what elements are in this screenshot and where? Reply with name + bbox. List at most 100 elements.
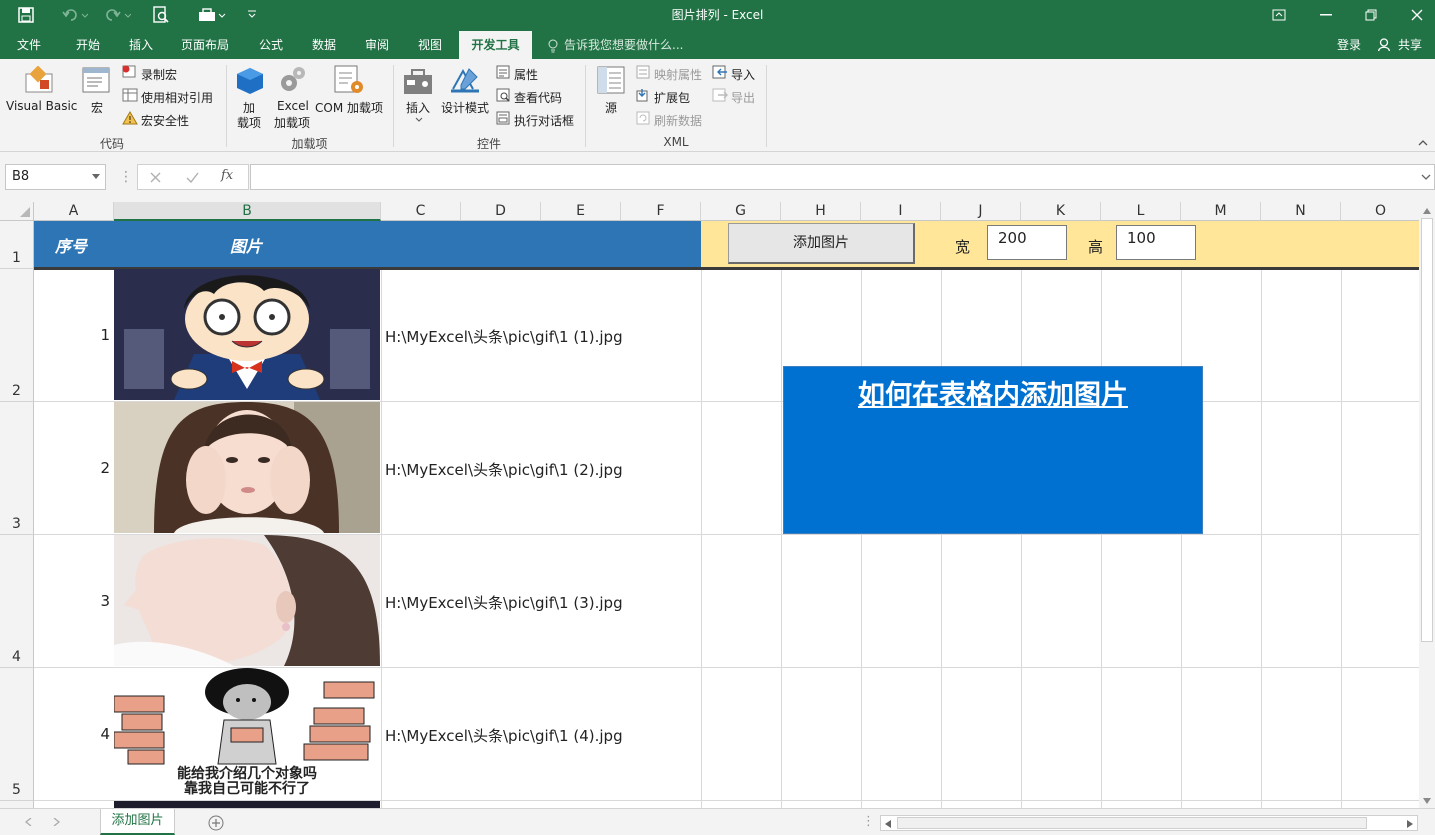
tell-me-search[interactable]: 告诉我您想要做什么... [564,31,683,59]
name-box[interactable]: B8 [5,164,106,190]
width-label: 宽 [955,238,971,256]
tab-developer[interactable]: 开发工具 [459,31,532,59]
ribbon-tabs: 文件 开始 插入 页面布局 公式 数据 审阅 视图 开发工具 告诉我您想要做什么… [0,31,1435,59]
customize-toolbar-icon[interactable] [247,9,257,19]
sign-in-link[interactable]: 登录 [1330,31,1368,59]
picture-meme[interactable]: 能给我介绍几个对象吗 靠我自己可能不行了 [114,668,380,799]
minimize-icon[interactable] [1320,14,1332,16]
tab-insert[interactable]: 插入 [119,31,163,59]
redo-icon[interactable] [105,8,131,22]
gridline [941,269,942,808]
worksheet-grid[interactable]: A B C D E F G H I J K L M N O 1 2 3 4 5 … [0,202,1419,808]
row-header-2[interactable]: 2 [0,269,34,402]
scroll-right-icon[interactable] [1407,820,1413,828]
row-header-5[interactable]: 5 [0,668,34,801]
add-ins-button-line2[interactable]: 载项 [237,114,261,131]
design-mode-button[interactable]: 设计模式 [441,99,489,116]
formula-input[interactable] [250,164,1435,190]
excel-add-ins-button-line2[interactable]: 加载项 [274,114,310,131]
expand-formula-bar-icon[interactable] [1421,174,1431,180]
group-separator [393,65,394,147]
confirm-entry-icon[interactable] [186,172,199,183]
scroll-left-icon[interactable] [885,820,891,828]
xml-source-button[interactable]: 源 [605,99,617,116]
add-picture-button[interactable]: 添加图片 [728,223,915,264]
column-header-L[interactable]: L [1101,202,1181,221]
sheet-tab-active[interactable]: 添加图片 [100,809,175,835]
print-preview-icon[interactable] [153,6,169,24]
scroll-up-icon[interactable] [1423,208,1431,214]
restore-icon[interactable] [1365,9,1377,21]
macros-button[interactable]: 宏 [91,99,103,116]
picture-girl-hands[interactable] [114,402,380,533]
ribbon-display-options-icon[interactable] [1272,9,1286,21]
toolbox-icon[interactable] [198,8,228,22]
tab-view[interactable]: 视图 [408,31,452,59]
title-banner-shape[interactable]: 如何在表格内添加图片 [783,366,1203,534]
excel-add-ins-button-line1[interactable]: Excel [277,99,309,113]
sheet-next-icon[interactable] [52,818,60,826]
column-header-G[interactable]: G [701,202,781,221]
map-properties-button[interactable]: 映射属性 [654,66,702,83]
undo-icon[interactable] [62,8,88,22]
column-header-O[interactable]: O [1341,202,1419,221]
column-header-K[interactable]: K [1021,202,1101,221]
name-box-dropdown-icon[interactable] [92,174,100,180]
insert-controls-button[interactable]: 插入 [406,99,430,116]
column-header-C[interactable]: C [381,202,461,221]
use-relative-references-button[interactable]: 使用相对引用 [141,89,213,106]
save-icon[interactable] [18,7,34,23]
horizontal-scrollbar[interactable] [880,815,1418,831]
column-header-B[interactable]: B [114,202,381,221]
column-header-E[interactable]: E [541,202,621,221]
tab-data[interactable]: 数据 [302,31,346,59]
import-button[interactable]: 导入 [731,66,755,83]
expansion-packs-button[interactable]: 扩展包 [654,89,690,106]
cancel-entry-icon[interactable] [150,172,161,183]
run-dialog-button[interactable]: 执行对话框 [514,112,574,129]
com-add-ins-button[interactable]: COM 加载项 [315,99,383,116]
view-code-button[interactable]: 查看代码 [514,89,562,106]
scroll-thumb[interactable] [1421,218,1433,642]
row-path: H:\MyExcel\头条\pic\gif\1 (2).jpg [385,461,623,479]
column-header-F[interactable]: F [621,202,701,221]
visual-basic-button[interactable]: Visual Basic [6,99,77,113]
select-all-corner[interactable] [0,202,34,221]
vertical-scrollbar[interactable] [1419,202,1435,808]
collapse-ribbon-icon[interactable] [1418,139,1428,147]
insert-function-icon[interactable]: fx [221,168,233,183]
share-button[interactable]: 共享 [1396,31,1424,59]
column-header-D[interactable]: D [461,202,541,221]
column-header-A[interactable]: A [34,202,114,221]
tab-file[interactable]: 文件 [8,31,50,59]
sheet-prev-icon[interactable] [25,818,33,826]
refresh-data-button[interactable]: 刷新数据 [654,112,702,129]
row-header-3[interactable]: 3 [0,402,34,535]
header-row-blue [34,221,701,267]
tab-formulas[interactable]: 公式 [249,31,293,59]
horizontal-scroll-thumb[interactable] [897,817,1367,829]
width-input[interactable]: 200 [987,225,1067,260]
properties-button[interactable]: 属性 [514,66,538,83]
close-icon[interactable] [1411,9,1423,21]
row-header-6[interactable] [0,801,34,808]
column-header-H[interactable]: H [781,202,861,221]
row-header-4[interactable]: 4 [0,535,34,668]
tab-page-layout[interactable]: 页面布局 [172,31,238,59]
column-header-I[interactable]: I [861,202,941,221]
export-button[interactable]: 导出 [731,89,755,106]
column-header-J[interactable]: J [941,202,1021,221]
scroll-down-icon[interactable] [1423,798,1431,804]
row-header-1[interactable]: 1 [0,221,34,269]
tab-review[interactable]: 审阅 [355,31,399,59]
picture-woman-profile[interactable] [114,535,380,666]
record-macro-button[interactable]: 录制宏 [141,66,177,83]
macro-security-button[interactable]: 宏安全性 [141,112,189,129]
column-header-M[interactable]: M [1181,202,1261,221]
column-header-N[interactable]: N [1261,202,1341,221]
tab-splitter-icon[interactable]: ⋮ [862,815,875,829]
height-input[interactable]: 100 [1116,225,1196,260]
add-sheet-icon[interactable] [208,815,224,831]
picture-cartoon-boy[interactable] [114,269,380,400]
tab-home[interactable]: 开始 [66,31,110,59]
